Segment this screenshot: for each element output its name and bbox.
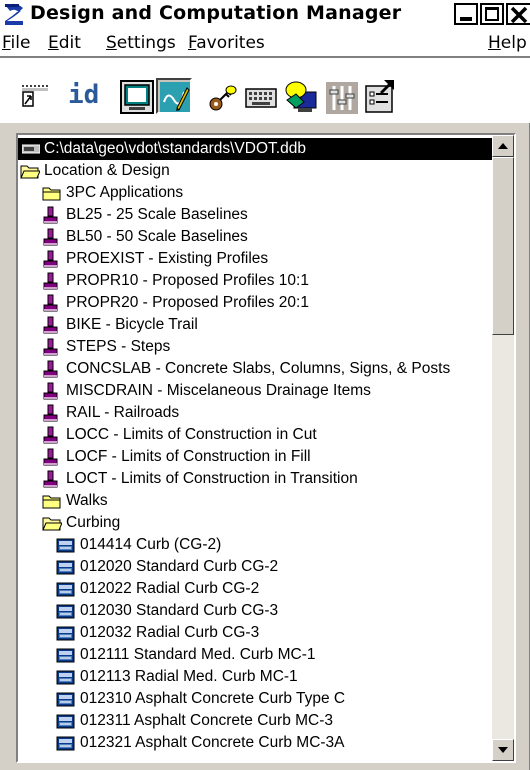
properties-icon[interactable]	[364, 78, 398, 114]
close-icon	[510, 6, 528, 24]
pen-icon	[43, 228, 58, 246]
tree-item-label: 012020 Standard Curb CG-2	[80, 558, 279, 575]
arrow-up-icon	[498, 143, 508, 149]
pointer-icon[interactable]	[22, 82, 50, 108]
display-icon[interactable]	[120, 80, 154, 114]
maximize-button[interactable]	[480, 3, 504, 25]
menu-file[interactable]: File	[2, 33, 30, 53]
scroll-down-button[interactable]	[492, 739, 514, 761]
tree-item-label: MISCDRAIN - Miscelaneous Drainage Items	[66, 382, 371, 399]
id-icon[interactable]: id	[68, 80, 99, 110]
menu-help[interactable]: Help	[488, 33, 527, 53]
database-icon	[22, 144, 40, 154]
key-icon[interactable]	[206, 84, 238, 114]
tree-item-label: 012311 Asphalt Concrete Curb MC-3	[80, 712, 334, 729]
cell-icon	[56, 648, 75, 663]
pen-icon	[43, 338, 58, 356]
menu-favorites[interactable]: Favorites	[188, 33, 265, 53]
minimize-icon	[460, 17, 472, 21]
tree-item-label: 012030 Standard Curb CG-3	[80, 602, 279, 619]
close-button[interactable]	[506, 3, 530, 25]
cell-icon	[56, 538, 75, 553]
title-bar[interactable]: Design and Computation Manager	[0, 0, 530, 30]
pen-icon	[43, 294, 58, 312]
menu-settings[interactable]: Settings	[106, 33, 176, 53]
tree-item-label: 012111 Standard Med. Curb MC-1	[80, 646, 316, 663]
cell-icon	[56, 692, 75, 707]
tree-item-label: LOCF - Limits of Construction in Fill	[66, 448, 311, 465]
tree-item-label: BL50 - 50 Scale Baselines	[66, 228, 248, 245]
tree-item-label: CONCSLAB - Concrete Slabs, Columns, Sign…	[66, 360, 451, 377]
cell-icon	[56, 670, 75, 685]
pen-icon	[43, 426, 58, 444]
tree-root[interactable]: C:\data\geo\vdot\standards\VDOT.ddb	[18, 138, 492, 160]
query-icon[interactable]	[284, 80, 318, 114]
folder-open-icon	[42, 517, 62, 531]
tree-item-label: Curbing	[66, 514, 121, 531]
tree-item-label: STEPS - Steps	[66, 338, 171, 355]
cell-icon	[56, 582, 75, 597]
filter-icon[interactable]	[326, 82, 358, 114]
tree-item-label: BIKE - Bicycle Trail	[66, 316, 198, 333]
keyboard-icon[interactable]	[245, 88, 277, 110]
cell-icon	[56, 714, 75, 729]
app-logo-icon	[5, 3, 23, 25]
pen-icon	[43, 448, 58, 466]
folder-icon	[42, 495, 61, 509]
tree-item-label: 012022 Radial Curb CG-2	[80, 580, 260, 597]
cell-icon	[56, 736, 75, 751]
tree-item-label: 012032 Radial Curb CG-3	[80, 624, 260, 641]
tree-view: C:\data\geo\vdot\standards\VDOT.ddb Loca…	[18, 135, 492, 761]
menu-edit[interactable]: Edit	[48, 33, 81, 53]
tree-item-label: 012321 Asphalt Concrete Curb MC-3A	[80, 734, 345, 751]
draw-button[interactable]	[156, 78, 192, 114]
folder-icon	[42, 187, 61, 201]
pen-icon	[43, 382, 58, 400]
tree-item-label: 012113 Radial Med. Curb MC-1	[80, 668, 298, 685]
tree-item-label: 3PC Applications	[66, 184, 184, 201]
pen-icon	[43, 470, 58, 488]
pen-icon	[43, 404, 58, 422]
toolbar: id	[0, 58, 530, 123]
tree-item-label: Walks	[66, 492, 108, 509]
scroll-up-button[interactable]	[492, 135, 514, 157]
tree-item-label: 012310 Asphalt Concrete Curb Type C	[80, 690, 346, 707]
pen-icon	[43, 272, 58, 290]
folder-open-icon	[20, 165, 40, 179]
pen-icon	[43, 360, 58, 378]
maximize-icon	[485, 7, 499, 21]
pen-icon	[43, 250, 58, 268]
tree-item-label: PROEXIST - Existing Profiles	[66, 250, 269, 267]
pen-icon	[43, 316, 58, 334]
tree-item-label: 014414 Curb (CG-2)	[80, 536, 222, 553]
cell-icon	[56, 604, 75, 619]
cell-icon	[56, 626, 75, 641]
tree-item-label: LOCT - Limits of Construction in Transit…	[66, 470, 358, 487]
scroll-thumb[interactable]	[492, 157, 514, 335]
tree-item-label: Location & Design	[44, 162, 170, 179]
draw-icon	[160, 82, 190, 112]
tree-root-label: C:\data\geo\vdot\standards\VDOT.ddb	[44, 140, 306, 157]
tree-item-label: RAIL - Railroads	[66, 404, 180, 421]
dcm-window: Design and Computation Manager File Edit…	[0, 0, 530, 770]
pen-icon	[43, 206, 58, 224]
tree-panel: C:\data\geo\vdot\standards\VDOT.ddb Loca…	[16, 133, 516, 763]
tree-item-label: PROPR10 - Proposed Profiles 10:1	[66, 272, 309, 289]
cell-icon	[56, 560, 75, 575]
arrow-down-icon	[498, 747, 508, 753]
vertical-scrollbar[interactable]	[492, 135, 514, 761]
menu-bar: File Edit Settings Favorites Help	[0, 30, 530, 56]
tree-item-label: PROPR20 - Proposed Profiles 20:1	[66, 294, 309, 311]
minimize-button[interactable]	[454, 3, 478, 25]
tree-item-label: LOCC - Limits of Construction in Cut	[66, 426, 317, 443]
tree-item-label: BL25 - 25 Scale Baselines	[66, 206, 248, 223]
window-title: Design and Computation Manager	[30, 2, 402, 24]
